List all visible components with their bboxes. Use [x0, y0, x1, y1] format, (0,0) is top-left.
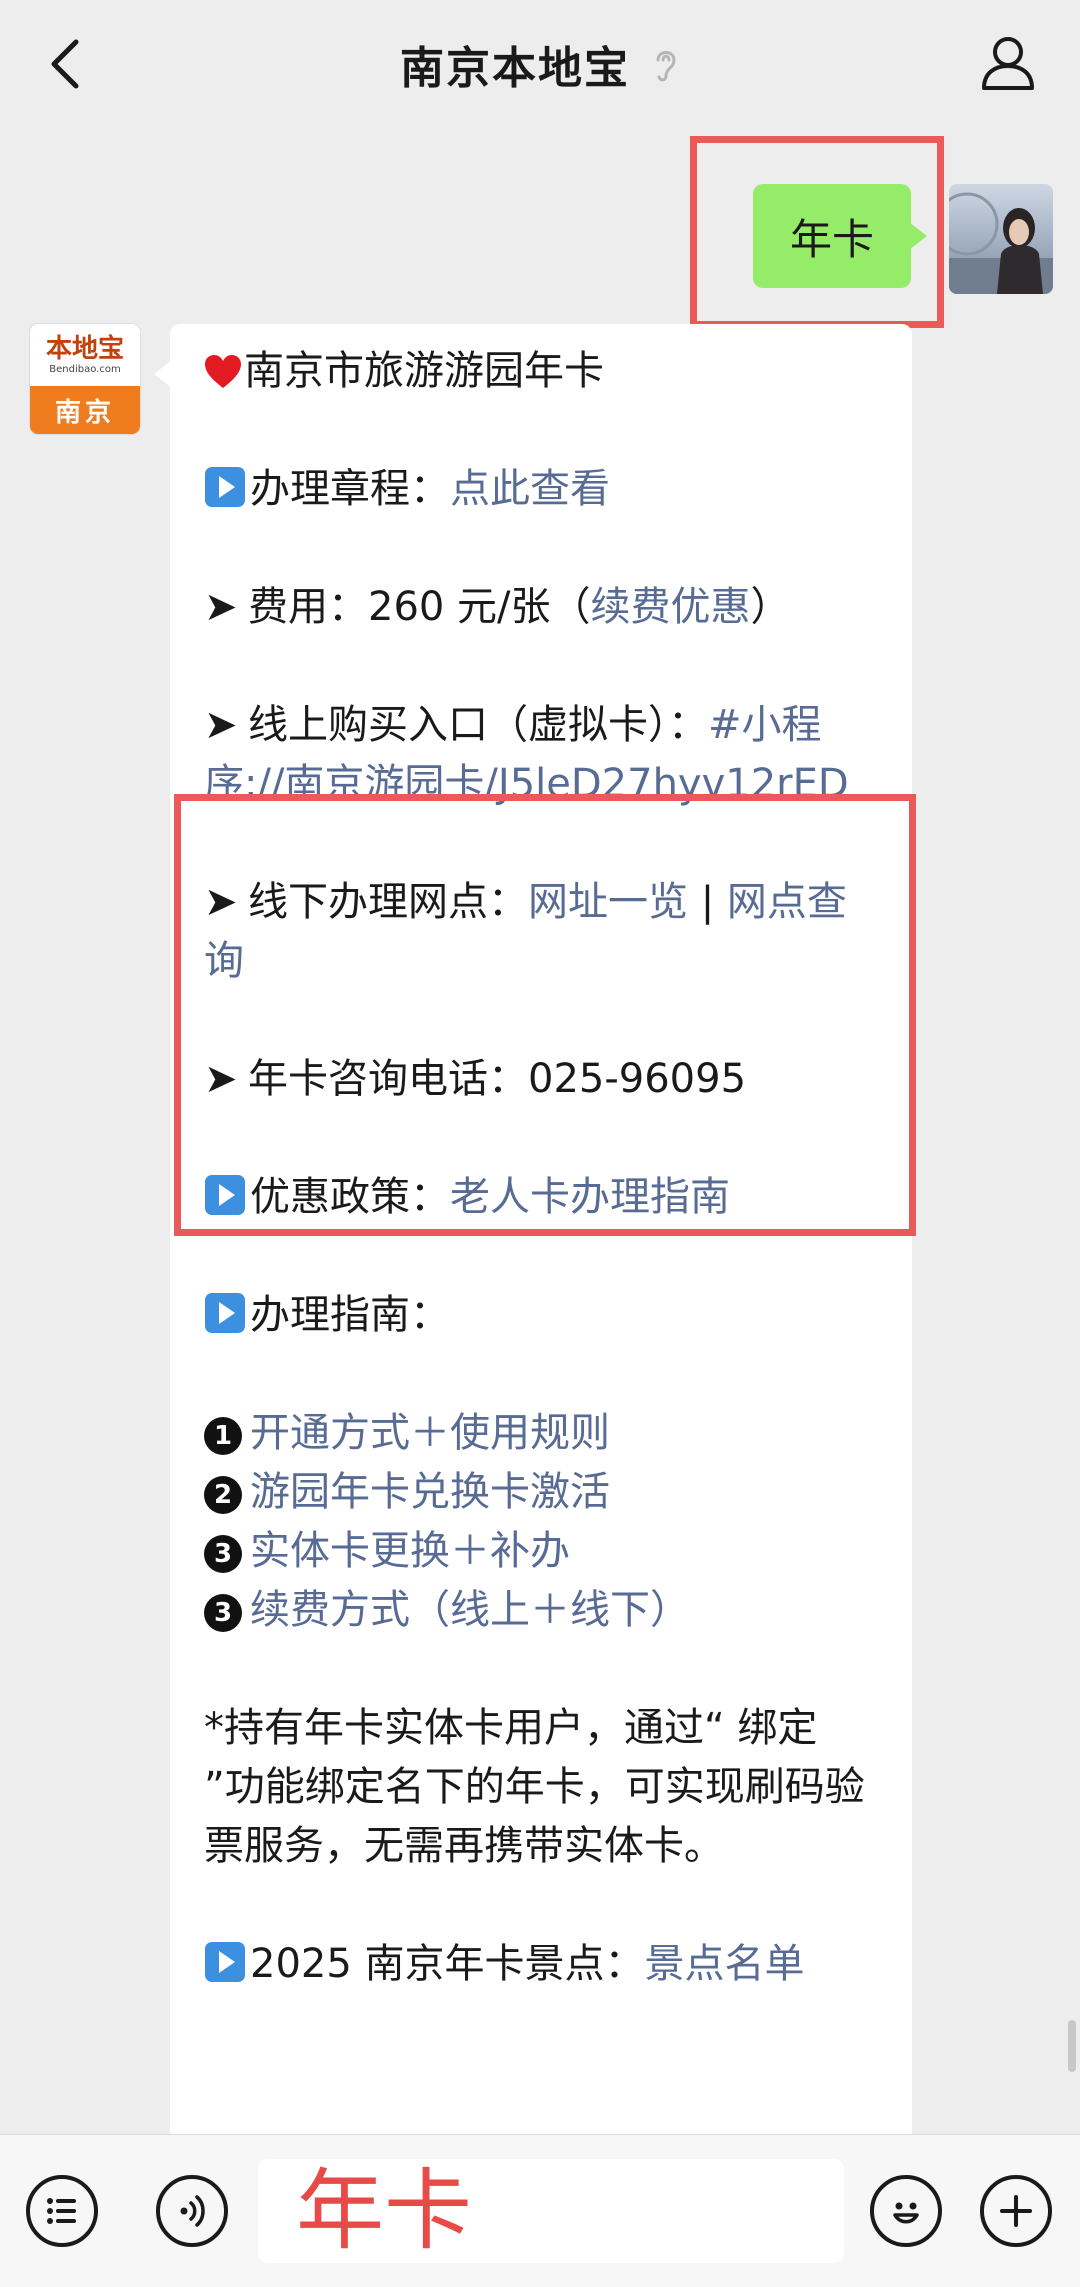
scrollbar[interactable] — [1068, 2020, 1076, 2072]
online-purchase-label: 线上购买入口（虚拟卡）： — [248, 702, 708, 748]
smiley-icon — [893, 2202, 919, 2224]
spots-line: 2025 南京年卡景点：景点名单 — [204, 1935, 886, 1994]
guide-item: 3 实体卡更换＋补办 — [204, 1522, 886, 1581]
brand-subtitle: Bendibao.com — [49, 364, 121, 375]
user-avatar-photo — [949, 192, 1053, 294]
message-heading: 南京市旅游游园年卡 — [244, 348, 604, 394]
rules-line: 办理章程：点此查看 — [204, 460, 886, 519]
guide-link-exchange[interactable]: 游园年卡兑换卡激活 — [250, 1469, 610, 1515]
user-avatar[interactable] — [949, 184, 1053, 294]
brand-logo: 本地宝 Bendibao.com — [30, 324, 140, 386]
play-button-icon — [205, 1942, 245, 1982]
message-input[interactable]: 年卡 — [258, 2159, 844, 2263]
spots-list-link[interactable]: 景点名单 — [645, 1941, 805, 1987]
guide-item: 1 开通方式＋使用规则 — [204, 1404, 886, 1463]
address-list-link[interactable]: 网址一览 — [528, 879, 688, 925]
number-badge: 3 — [204, 1594, 242, 1632]
policy-label: 优惠政策： — [250, 1174, 450, 1220]
fee-label: 费用：260 元/张（ — [248, 584, 591, 630]
voice-button[interactable] — [156, 2175, 228, 2247]
offline-outlets-label: 线下办理网点： — [248, 879, 528, 925]
outgoing-message-bubble[interactable]: 年卡 — [753, 184, 927, 288]
play-button-icon — [205, 1175, 245, 1215]
policy-line: 优惠政策：老人卡办理指南 — [204, 1168, 886, 1227]
guide-link-renewal[interactable]: 续费方式（线上＋线下） — [250, 1587, 690, 1633]
arrow-icon: ➤ — [204, 1056, 238, 1102]
brand-city: 南京 — [30, 386, 140, 434]
voice-icon — [180, 2195, 205, 2227]
binding-note: *持有年卡实体卡用户，通过“ 绑定 ”功能绑定名下的年卡，可实现刷码验票服务，无… — [204, 1705, 865, 1869]
guide-link-activation[interactable]: 开通方式＋使用规则 — [250, 1410, 610, 1456]
number-badge: 1 — [204, 1417, 242, 1455]
rules-label: 办理章程： — [250, 466, 450, 512]
play-button-icon — [205, 1293, 245, 1333]
guide-label: 办理指南： — [250, 1292, 450, 1338]
brand-name: 本地宝 — [45, 334, 124, 364]
arrow-icon: ➤ — [204, 702, 238, 748]
plus-icon — [1000, 2195, 1032, 2227]
phone-line: ➤ 年卡咨询电话：025-96095 — [204, 1050, 886, 1109]
online-purchase-line: ➤ 线上购买入口（虚拟卡）：#小程序://南京游园卡/J5leD27hyv12rE… — [204, 696, 886, 814]
arrow-icon: ➤ — [204, 879, 238, 925]
list-menu-icon — [47, 2198, 76, 2224]
official-account-avatar[interactable]: 本地宝 Bendibao.com 南京 — [30, 324, 140, 434]
bottom-bar: 年卡 — [0, 2134, 1080, 2287]
fee-close: ） — [750, 584, 791, 630]
heart-icon — [205, 355, 241, 388]
chat-title: 南京本地宝 — [400, 43, 630, 94]
outgoing-message-text: 年卡 — [789, 214, 874, 264]
ear-icon — [656, 51, 676, 82]
arrow-icon: ➤ — [204, 584, 238, 630]
guide-line: 办理指南： — [204, 1286, 886, 1345]
top-bar: 南京本地宝 — [0, 0, 1080, 128]
profile-icon[interactable] — [976, 30, 1040, 94]
incoming-message-bubble: 南京市旅游游园年卡 办理章程：点此查看 ➤ 费用：260 元/张（续费优惠） ➤ 线… — [154, 324, 912, 2134]
number-badge: 3 — [204, 1535, 242, 1573]
offline-outlets-line: ➤ 线下办理网点：网址一览 | 网点查询 — [204, 873, 886, 991]
link-separator: | — [688, 879, 727, 925]
emoji-button[interactable] — [870, 2175, 942, 2247]
renewal-discount-link[interactable]: 续费优惠 — [591, 584, 751, 630]
chat-area[interactable]: 年卡 本地宝 Bendibao.com 南京 南京市旅游游园年卡 办理章程：点此… — [0, 128, 1080, 2134]
play-button-icon — [205, 467, 245, 507]
menu-button[interactable] — [26, 2175, 98, 2247]
more-button[interactable] — [980, 2175, 1052, 2247]
rules-link[interactable]: 点此查看 — [450, 466, 610, 512]
heading-line: 南京市旅游游园年卡 — [204, 342, 886, 401]
consult-phone: 年卡咨询电话：025-96095 — [248, 1056, 747, 1102]
senior-card-guide-link[interactable]: 老人卡办理指南 — [450, 1174, 730, 1220]
guide-item: 3 续费方式（线上＋线下） — [204, 1581, 886, 1640]
number-badge: 2 — [204, 1476, 242, 1514]
fee-line: ➤ 费用：260 元/张（续费优惠） — [204, 578, 886, 637]
back-icon[interactable] — [40, 34, 96, 94]
guide-link-replace[interactable]: 实体卡更换＋补办 — [250, 1528, 570, 1574]
spots-label: 2025 南京年卡景点： — [250, 1941, 645, 1987]
guide-item: 2 游园年卡兑换卡激活 — [204, 1463, 886, 1522]
